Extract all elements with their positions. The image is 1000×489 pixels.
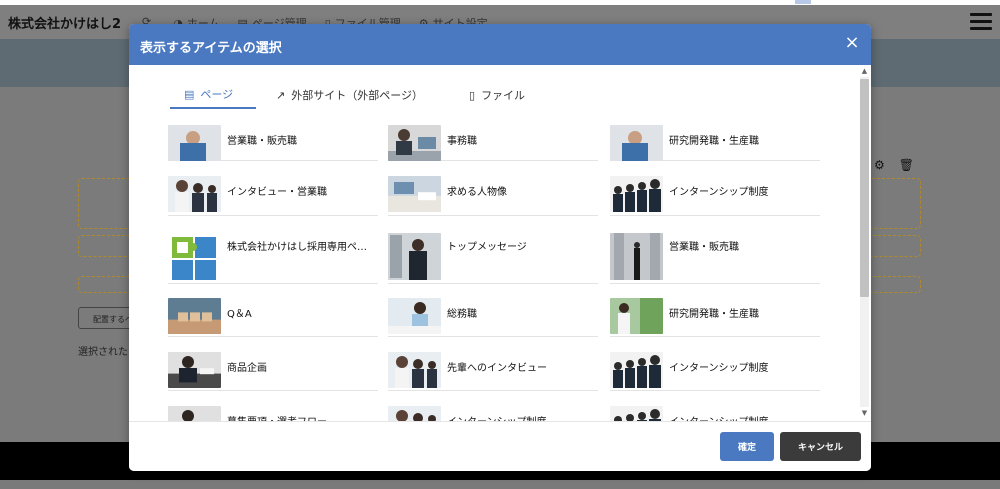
modal-title: 表示するアイテムの選択 <box>140 41 282 56</box>
scroll-thumb[interactable] <box>860 79 869 297</box>
item-card[interactable]: インタビュー・営業職 <box>168 176 378 216</box>
scroll-down-icon[interactable]: ▼ <box>860 409 869 417</box>
modal-footer: 確定 キャンセル <box>129 421 871 471</box>
scroll-up-icon[interactable]: ▲ <box>860 67 869 75</box>
item-thumbnail <box>610 298 663 334</box>
tab-label: 外部サイト（外部ページ） <box>291 89 423 102</box>
cancel-button[interactable]: キャンセル <box>780 432 861 461</box>
item-select-modal: 表示するアイテムの選択 × ▤ ページ ↗ 外部サイト（外部ページ） ▯ ファイル 営業職… <box>129 24 871 471</box>
item-card[interactable]: 求める人物像 <box>388 176 598 216</box>
tab-0[interactable]: ▤ ページ <box>170 81 256 109</box>
item-thumbnail <box>610 406 663 421</box>
close-icon[interactable]: × <box>843 34 861 52</box>
file-icon: ▯ <box>469 88 476 102</box>
item-card[interactable]: 総務職 <box>388 298 598 337</box>
tab-label: ファイル <box>481 89 526 102</box>
item-thumbnail <box>168 298 221 334</box>
bg-selected-text: 選択された <box>78 347 128 358</box>
external-link-icon: ↗ <box>276 88 286 102</box>
item-label: インタビュー・営業職 <box>227 187 327 198</box>
modal-scrollbar[interactable]: ▲ ▼ <box>860 67 869 417</box>
tab-2[interactable]: ▯ ファイル <box>455 81 539 109</box>
item-card[interactable]: 営業職・販売職 <box>610 233 820 284</box>
item-card[interactable]: 株式会社かけはし採用専用ペ… <box>168 233 378 284</box>
item-card[interactable]: 研究開発職・生産職 <box>610 298 820 337</box>
tab-label: ページ <box>200 88 234 101</box>
tab-1[interactable]: ↗ 外部サイト（外部ページ） <box>262 81 437 109</box>
item-label: インターンシップ制度 <box>669 363 769 374</box>
hamburger-menu-icon[interactable] <box>970 13 992 31</box>
item-label: 営業職・販売職 <box>227 136 297 147</box>
item-card[interactable]: Q＆A <box>168 298 378 337</box>
item-label: 求める人物像 <box>447 187 507 198</box>
item-label: 営業職・販売職 <box>669 242 739 253</box>
item-card[interactable]: インターンシップ制度 <box>388 406 598 421</box>
item-card[interactable]: 事務職 <box>388 125 598 161</box>
modal-header: 表示するアイテムの選択 × <box>129 24 871 65</box>
item-label: インターンシップ制度 <box>669 187 769 198</box>
item-thumbnail <box>610 176 663 212</box>
item-card[interactable]: 研究開発職・生産職 <box>610 125 820 161</box>
confirm-button[interactable]: 確定 <box>720 432 774 461</box>
gear-icon: ⚙ <box>874 158 885 172</box>
item-thumbnail <box>388 352 441 388</box>
item-thumbnail <box>168 233 221 280</box>
item-label: 商品企画 <box>227 363 267 374</box>
item-thumbnail <box>388 406 441 421</box>
item-label: インターンシップ制度 <box>447 413 547 421</box>
bg-toolbar: ⚙ 🗑 <box>874 158 914 172</box>
trash-icon: 🗑 <box>898 158 914 172</box>
item-label: インターンシップ制度 <box>669 413 769 421</box>
item-label: 研究開発職・生産職 <box>669 309 759 320</box>
item-card[interactable]: トップメッセージ <box>388 233 598 284</box>
item-thumbnail <box>168 176 221 212</box>
item-label: トップメッセージ <box>447 242 527 253</box>
item-thumbnail <box>610 233 663 280</box>
item-thumbnail <box>388 298 441 334</box>
item-card[interactable]: インターンシップ制度 <box>610 352 820 391</box>
item-thumbnail <box>388 176 441 212</box>
item-thumbnail <box>610 125 663 161</box>
item-label: 先輩へのインタビュー <box>447 363 547 374</box>
site-brand[interactable]: 株式会社かけはし2 <box>8 13 121 32</box>
app-bottom <box>0 480 1000 489</box>
item-label: 研究開発職・生産職 <box>669 136 759 147</box>
item-label: 募集要項・選考フロー <box>227 413 327 421</box>
item-card[interactable]: 営業職・販売職 <box>168 125 378 161</box>
item-thumbnail <box>168 352 221 388</box>
item-thumbnail <box>168 125 221 161</box>
item-label: Q＆A <box>227 309 252 320</box>
item-thumbnail <box>388 125 441 161</box>
item-card[interactable]: インターンシップ制度 <box>610 406 820 421</box>
item-thumbnail <box>168 406 221 421</box>
item-card[interactable]: 先輩へのインタビュー <box>388 352 598 391</box>
browser-chip <box>795 0 811 4</box>
item-label: 総務職 <box>447 309 477 320</box>
tab-bar: ▤ ページ ↗ 外部サイト（外部ページ） ▯ ファイル <box>170 81 539 109</box>
item-thumbnail <box>388 233 441 280</box>
item-label: 株式会社かけはし採用専用ペ… <box>227 242 367 253</box>
item-thumbnail <box>610 352 663 388</box>
item-label: 事務職 <box>447 136 477 147</box>
modal-body[interactable]: ▤ ページ ↗ 外部サイト（外部ページ） ▯ ファイル 営業職・販売職 事務職 研究開発職・生… <box>129 65 871 421</box>
item-card[interactable]: インターンシップ制度 <box>610 176 820 216</box>
page-icon: ▤ <box>184 87 195 101</box>
item-card[interactable]: 募集要項・選考フロー <box>168 406 378 421</box>
item-card[interactable]: 商品企画 <box>168 352 378 391</box>
